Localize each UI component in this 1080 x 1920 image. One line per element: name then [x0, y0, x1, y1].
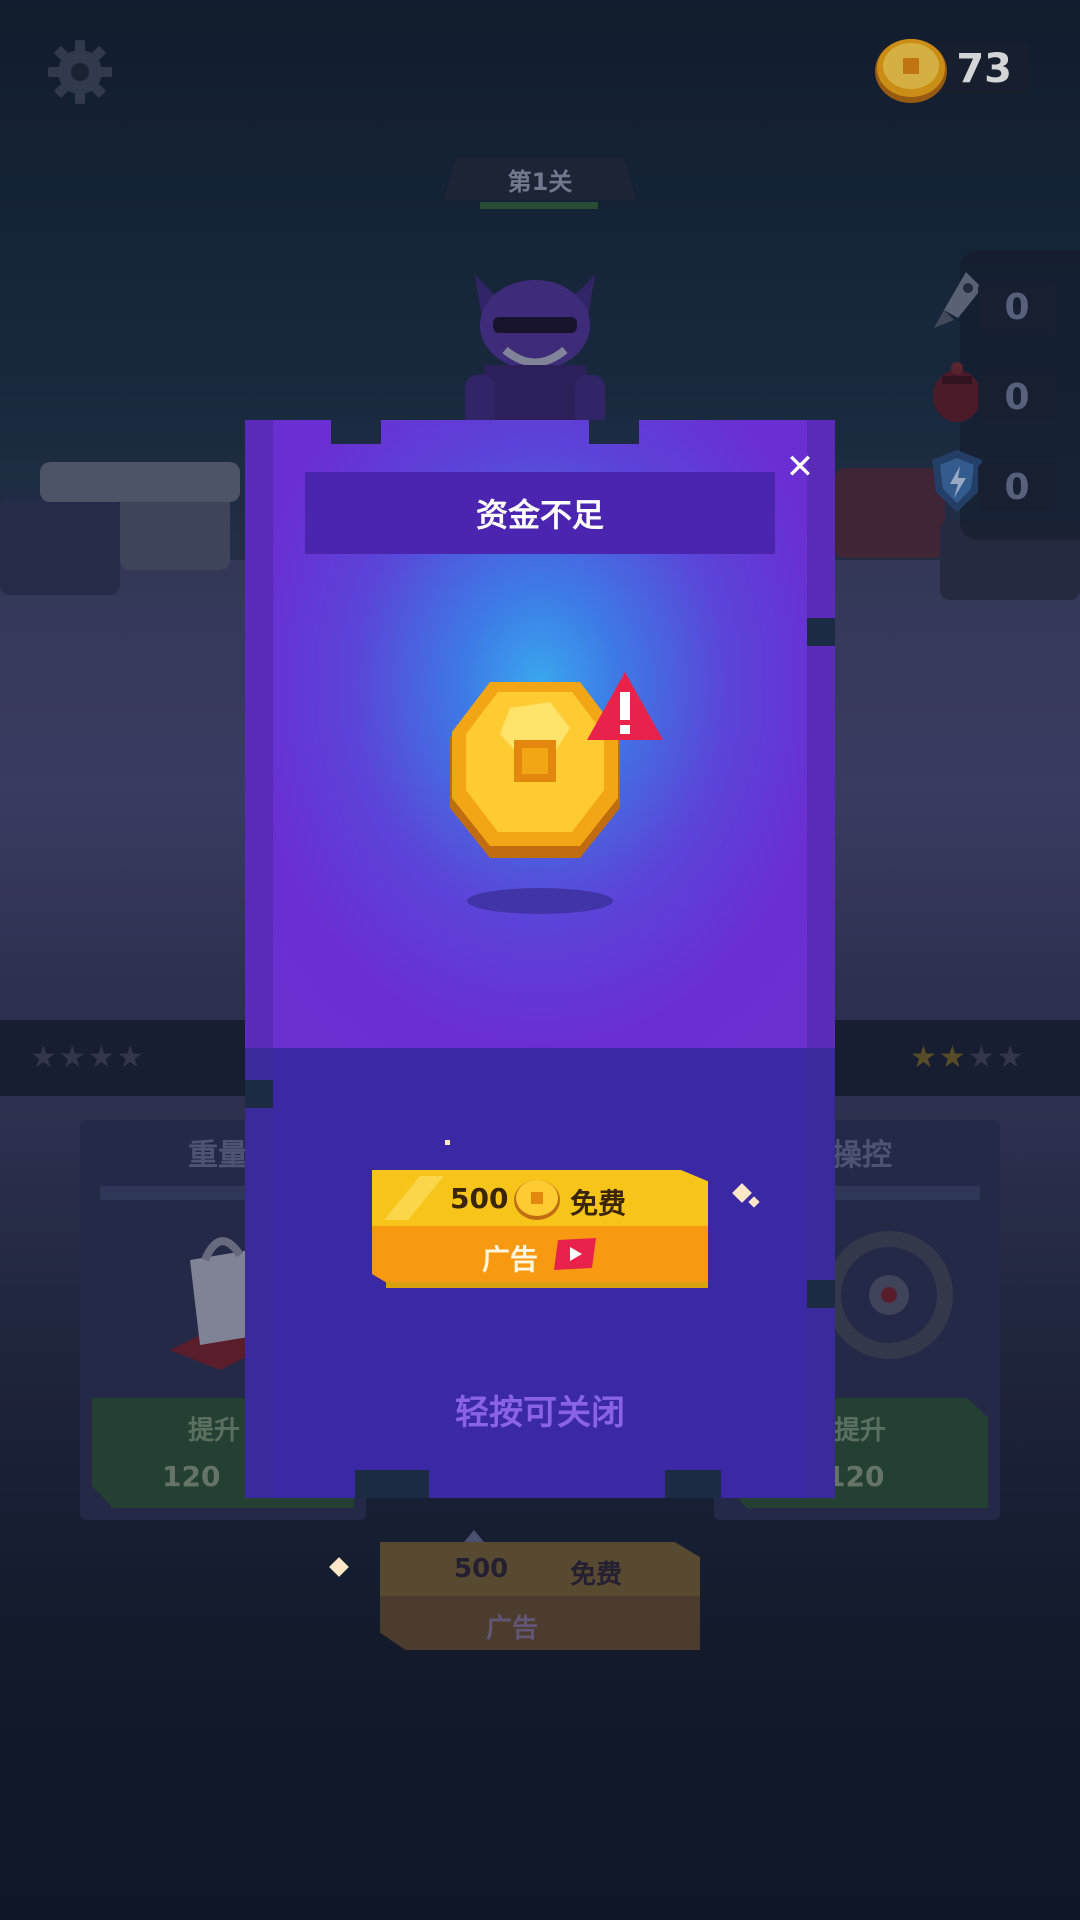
popup-notch	[331, 420, 381, 444]
ad-label: 广告	[482, 1243, 539, 1276]
popup-notch	[807, 1280, 835, 1308]
tap-to-close-label[interactable]: 轻按可关闭	[245, 1385, 835, 1435]
popup-title: 资金不足	[475, 496, 604, 534]
coin-shadow	[467, 888, 613, 914]
popup-notch	[589, 420, 639, 444]
sparkle	[445, 1140, 450, 1145]
watch-ad-button-edge	[386, 1282, 708, 1288]
insufficient-funds-popup: 资金不足 ✕ 500 免费 广告 轻按可关闭	[245, 420, 835, 1498]
popup-title-bar: 资金不足	[305, 472, 775, 554]
play-video-icon	[554, 1238, 596, 1270]
popup-notch	[665, 1470, 721, 1498]
watch-ad-button-bottom	[372, 1226, 708, 1286]
gold-coin-icon	[514, 1180, 560, 1220]
popup-notch	[245, 1080, 273, 1108]
popup-notch	[807, 618, 835, 646]
free-label: 免费	[570, 1187, 627, 1220]
popup-notch	[355, 1470, 429, 1498]
watch-ad-button[interactable]: 500 免费 广告	[372, 1170, 708, 1290]
close-icon[interactable]: ✕	[775, 442, 825, 492]
reward-amount: 500	[450, 1182, 509, 1215]
warning-triangle-icon	[587, 672, 663, 740]
